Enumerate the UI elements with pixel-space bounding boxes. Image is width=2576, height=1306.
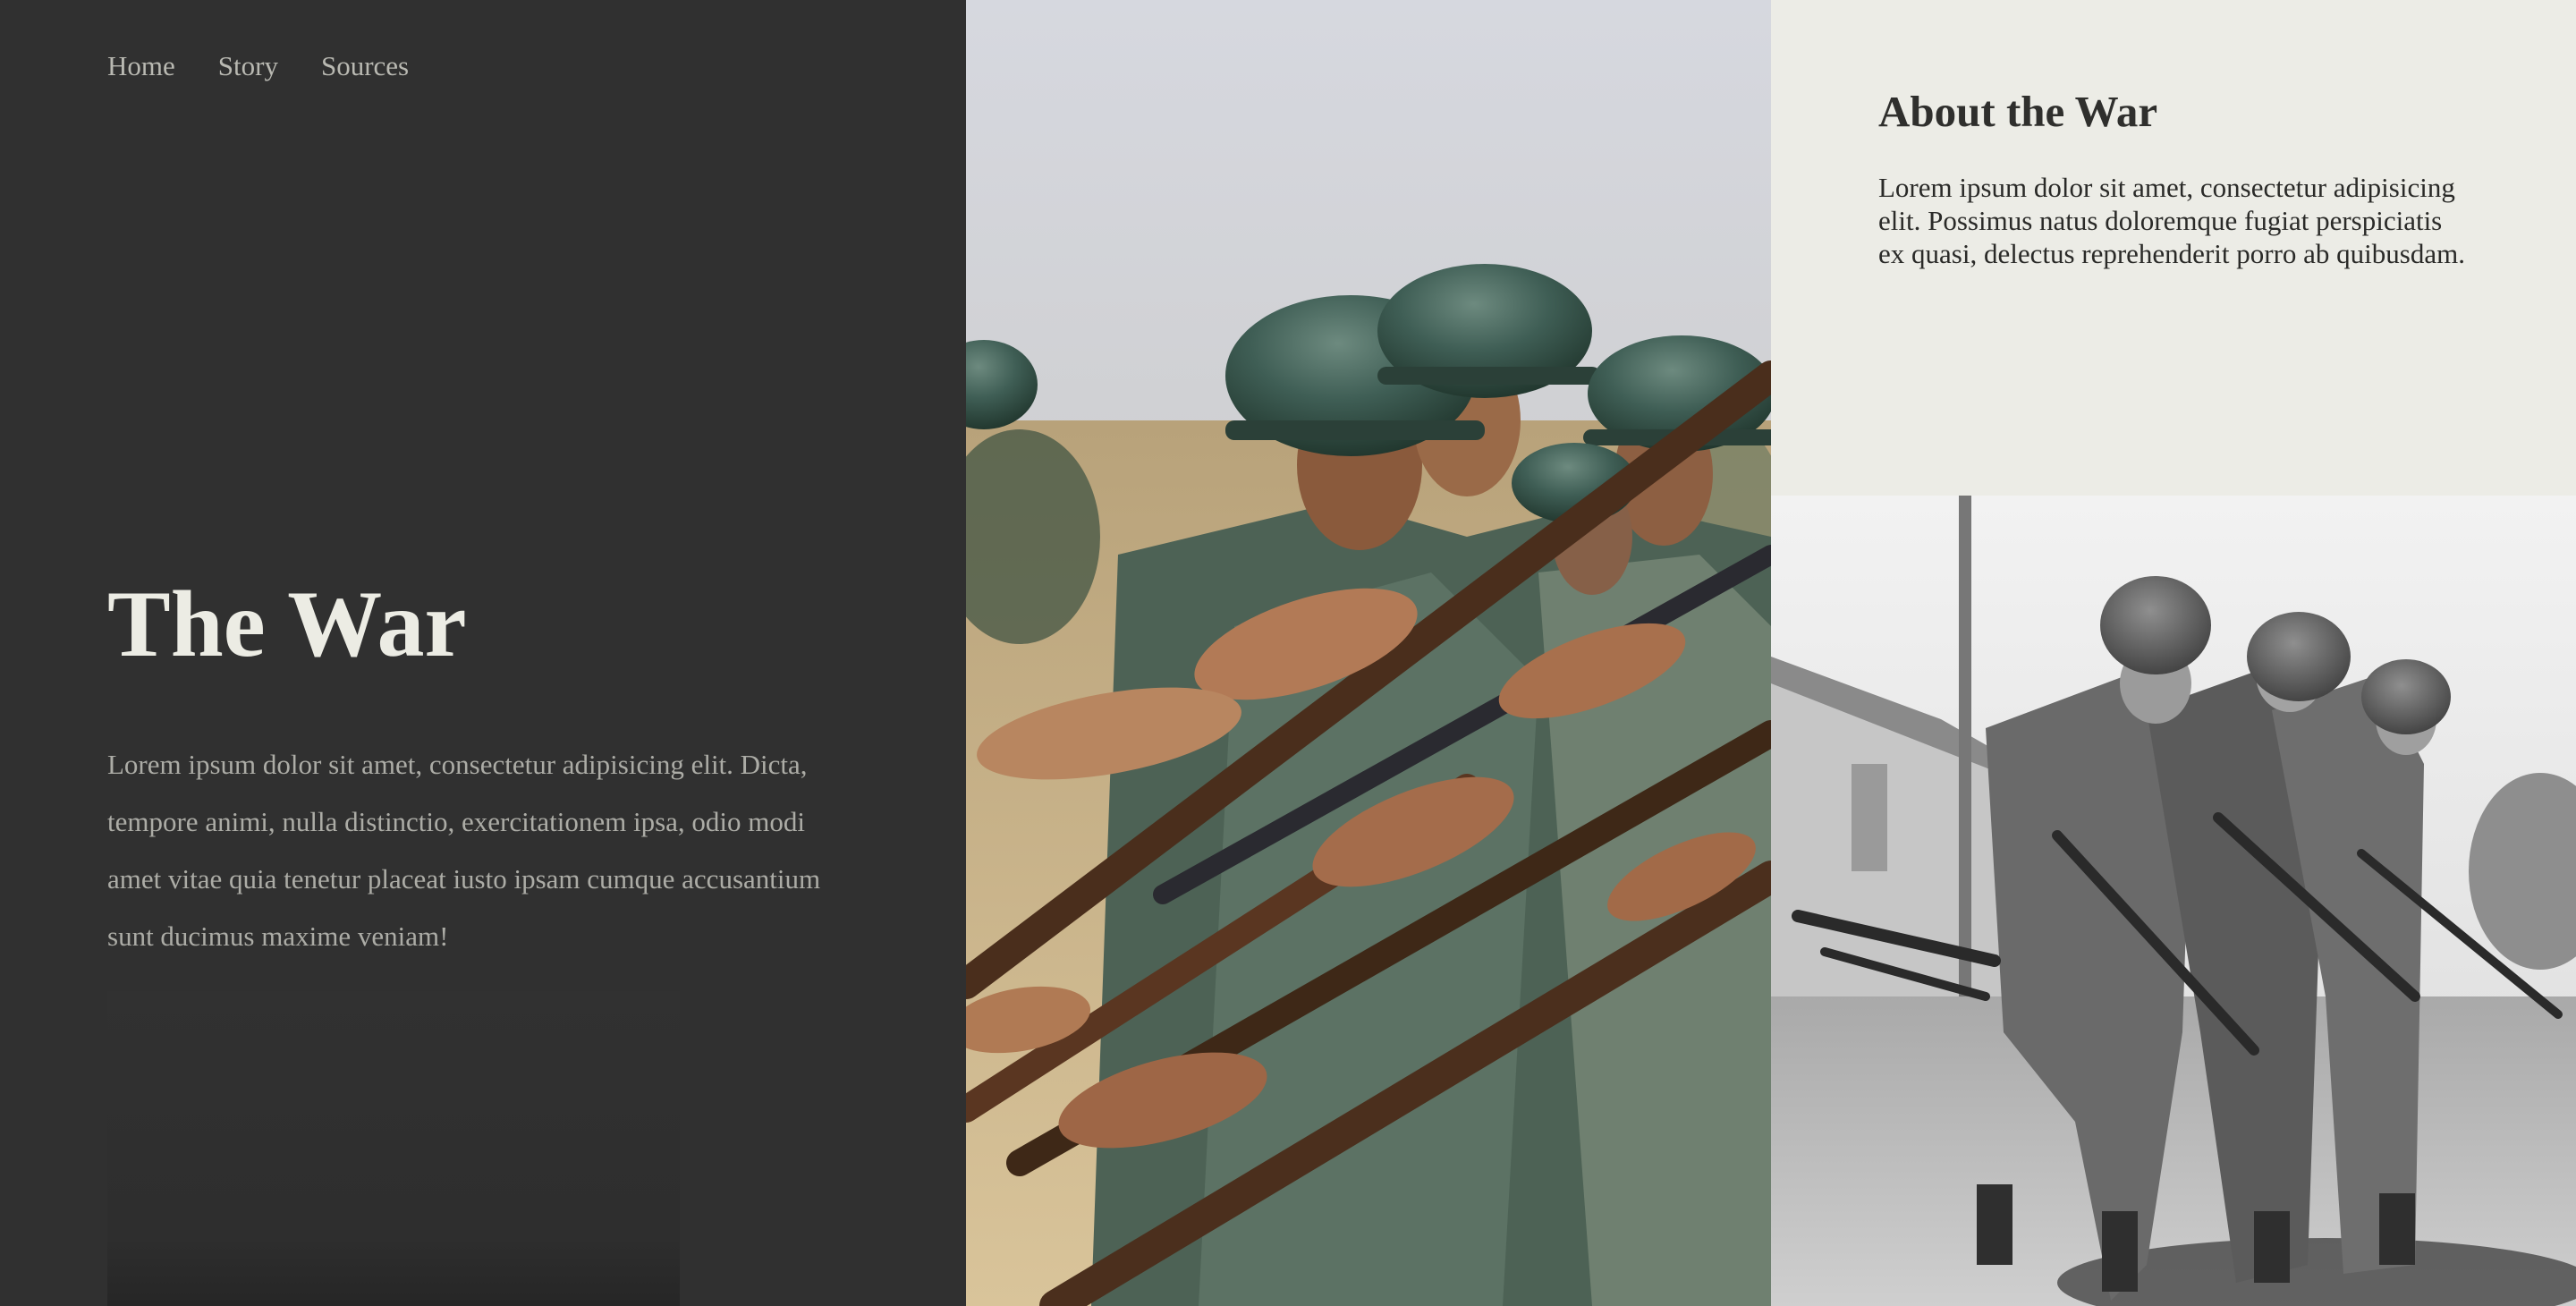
- soldiers-rifles-illustration: [966, 0, 1771, 1306]
- nav-link-story[interactable]: Story: [218, 50, 278, 82]
- hero-panel: Home Story Sources The War Lorem ipsum d…: [0, 0, 966, 1306]
- about-section: About the War Lorem ipsum dolor sit amet…: [1771, 0, 2576, 496]
- soldiers-rifles-photo: [966, 0, 1771, 1306]
- nav-link-sources[interactable]: Sources: [321, 50, 409, 82]
- about-description: Lorem ipsum dolor sit amet, consectetur …: [1878, 172, 2465, 269]
- hero-image-placeholder: [107, 991, 680, 1306]
- hero-title: The War: [107, 572, 467, 676]
- soldiers-bw-illustration: [1771, 496, 2576, 1306]
- soldiers-bw-photo: [1771, 496, 2576, 1306]
- nav-link-home[interactable]: Home: [107, 50, 175, 82]
- about-title: About the War: [1878, 87, 2158, 136]
- hero-description: Lorem ipsum dolor sit amet, consectetur …: [107, 749, 821, 952]
- main-nav: Home Story Sources: [107, 50, 409, 82]
